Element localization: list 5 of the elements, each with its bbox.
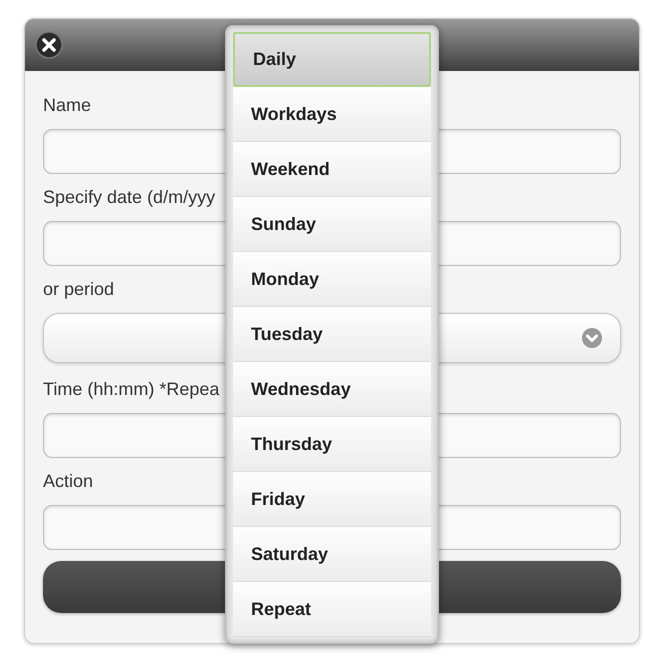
- field-label: Specify date (d/m/yyy: [43, 186, 216, 209]
- field-label: or period: [43, 278, 114, 301]
- field-label: Action: [43, 470, 94, 493]
- field-label: Name: [43, 94, 92, 117]
- field-label: Time (hh:mm) *Repea: [43, 378, 220, 401]
